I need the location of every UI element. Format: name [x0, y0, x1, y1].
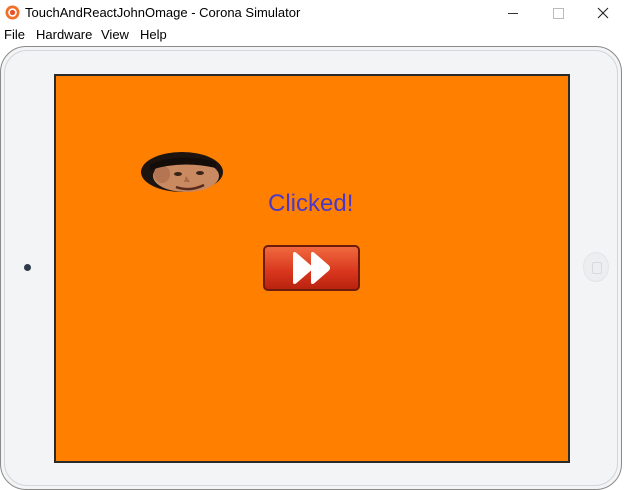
title-bar: TouchAndReactJohnOmage - Corona Simulato… — [0, 0, 624, 26]
corona-app-icon — [5, 5, 20, 20]
window-title: TouchAndReactJohnOmage - Corona Simulato… — [25, 5, 301, 20]
menu-file[interactable]: File — [4, 27, 25, 42]
menu-hardware[interactable]: Hardware — [36, 27, 92, 42]
maximize-button[interactable] — [535, 0, 581, 26]
fast-forward-icon — [292, 252, 330, 284]
menu-view[interactable]: View — [101, 27, 129, 42]
close-button[interactable] — [580, 0, 624, 26]
clicked-label: Clicked! — [268, 190, 354, 217]
minimize-button[interactable] — [490, 0, 536, 26]
minimize-icon — [507, 12, 518, 14]
fast-forward-button[interactable] — [263, 245, 360, 291]
menu-bar: File Hardware View Help — [0, 26, 624, 45]
maximize-icon — [552, 7, 564, 19]
face-icon[interactable] — [140, 150, 225, 195]
camera-icon — [24, 264, 31, 271]
close-icon — [597, 7, 609, 19]
home-button[interactable] — [583, 252, 609, 282]
menu-help[interactable]: Help — [140, 27, 167, 42]
